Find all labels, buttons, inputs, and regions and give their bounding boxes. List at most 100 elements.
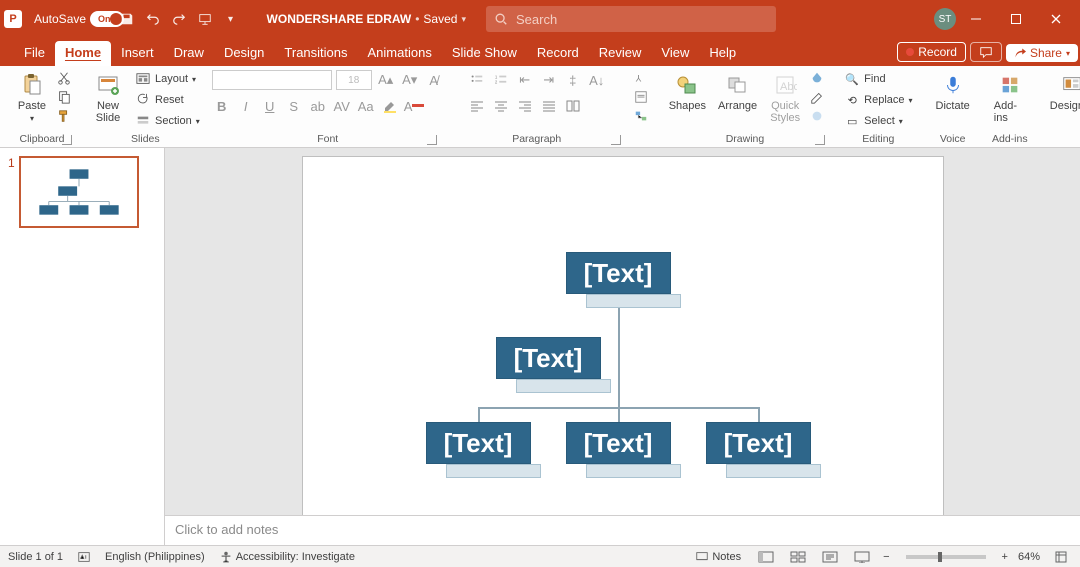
maximize-button[interactable]: [996, 4, 1036, 34]
bullets-icon[interactable]: [467, 70, 487, 90]
minimize-button[interactable]: [956, 4, 996, 34]
justify-icon[interactable]: [539, 96, 559, 116]
paragraph-dialog-launcher[interactable]: [611, 135, 621, 145]
notes-pane[interactable]: Click to add notes: [165, 515, 1080, 545]
columns-icon[interactable]: [563, 96, 583, 116]
copy-icon[interactable]: [56, 89, 72, 105]
align-center-icon[interactable]: [491, 96, 511, 116]
customize-qat-icon[interactable]: ▾: [221, 9, 241, 29]
select-button[interactable]: ▭Select▾: [841, 112, 915, 130]
redo-icon[interactable]: [169, 9, 189, 29]
tab-animations[interactable]: Animations: [358, 41, 442, 66]
save-icon[interactable]: [117, 9, 137, 29]
tab-transitions[interactable]: Transitions: [274, 41, 357, 66]
search-box[interactable]: [486, 6, 776, 32]
org-chart[interactable]: [Text] [Text] [Text] [Text: [303, 157, 943, 515]
shape-effects-icon[interactable]: [809, 108, 825, 124]
org-node-1[interactable]: [Text]: [566, 252, 671, 294]
tab-draw[interactable]: Draw: [164, 41, 214, 66]
paste-button[interactable]: Paste▾: [12, 70, 52, 125]
arrange-button[interactable]: Arrange: [714, 70, 761, 114]
clear-formatting-icon[interactable]: A̸: [424, 70, 444, 90]
shadow-button[interactable]: ab: [308, 96, 328, 116]
underline-button[interactable]: U: [260, 96, 280, 116]
tab-help[interactable]: Help: [699, 41, 746, 66]
sorter-view-icon[interactable]: [787, 549, 809, 565]
normal-view-icon[interactable]: [755, 549, 777, 565]
text-direction-icon[interactable]: ⅄: [633, 70, 649, 86]
designer-button[interactable]: Designer: [1046, 70, 1080, 114]
zoom-in-button[interactable]: +: [1002, 551, 1008, 563]
shape-outline-icon[interactable]: [809, 89, 825, 105]
bold-button[interactable]: B: [212, 96, 232, 116]
tab-record[interactable]: Record: [527, 41, 589, 66]
search-input[interactable]: [514, 11, 768, 28]
drawing-dialog-launcher[interactable]: [815, 135, 825, 145]
font-size-combo[interactable]: 18: [336, 70, 372, 90]
dictate-button[interactable]: Dictate: [932, 70, 974, 114]
increase-indent-icon[interactable]: ⇥: [539, 70, 559, 90]
reading-view-icon[interactable]: [819, 549, 841, 565]
zoom-slider[interactable]: [906, 555, 986, 559]
font-color-icon[interactable]: A: [404, 96, 424, 116]
slide-thumbnail-pane[interactable]: 1: [0, 148, 165, 545]
shape-fill-icon[interactable]: [809, 70, 825, 86]
slide[interactable]: [Text] [Text] [Text] [Text: [302, 156, 944, 515]
close-button[interactable]: [1036, 4, 1076, 34]
align-text-icon[interactable]: [633, 89, 649, 105]
undo-icon[interactable]: [143, 9, 163, 29]
quick-styles-button[interactable]: AbcQuick Styles: [765, 70, 805, 126]
smartart-convert-icon[interactable]: [633, 108, 649, 124]
clipboard-dialog-launcher[interactable]: [62, 135, 72, 145]
find-button[interactable]: 🔍Find: [841, 70, 915, 88]
fit-to-window-icon[interactable]: [1050, 549, 1072, 565]
org-node-5[interactable]: [Text]: [706, 422, 811, 464]
format-painter-icon[interactable]: [56, 108, 72, 124]
change-case-icon[interactable]: Aa: [356, 96, 376, 116]
language-indicator[interactable]: English (Philippines): [105, 551, 205, 563]
org-node-4[interactable]: [Text]: [566, 422, 671, 464]
align-left-icon[interactable]: [467, 96, 487, 116]
tab-home[interactable]: Home: [55, 41, 111, 66]
char-spacing-icon[interactable]: AV: [332, 96, 352, 116]
increase-font-icon[interactable]: A▴: [376, 70, 396, 90]
present-icon[interactable]: [195, 9, 215, 29]
sort-icon[interactable]: A↓: [587, 70, 607, 90]
decrease-indent-icon[interactable]: ⇤: [515, 70, 535, 90]
new-slide-button[interactable]: New Slide: [88, 70, 128, 126]
share-button[interactable]: Share▾: [1006, 44, 1078, 62]
highlight-color-icon[interactable]: [380, 96, 400, 116]
slide-canvas[interactable]: [Text] [Text] [Text] [Text: [165, 148, 1080, 515]
italic-button[interactable]: I: [236, 96, 256, 116]
record-button[interactable]: Record: [897, 42, 966, 62]
tab-review[interactable]: Review: [589, 41, 652, 66]
tab-file[interactable]: File: [14, 41, 55, 66]
font-dialog-launcher[interactable]: [427, 135, 437, 145]
shapes-button[interactable]: Shapes: [665, 70, 710, 114]
slideshow-view-icon[interactable]: [851, 549, 873, 565]
user-avatar[interactable]: ST: [934, 8, 956, 30]
reset-button[interactable]: Reset: [132, 91, 203, 109]
org-node-2[interactable]: [Text]: [496, 337, 601, 379]
autosave-toggle[interactable]: AutoSave On: [34, 11, 111, 27]
zoom-out-button[interactable]: −: [883, 551, 889, 563]
font-family-combo[interactable]: [212, 70, 332, 90]
tab-design[interactable]: Design: [214, 41, 274, 66]
org-node-3[interactable]: [Text]: [426, 422, 531, 464]
doc-chevron-icon[interactable]: ▾: [461, 14, 466, 25]
decrease-font-icon[interactable]: A▾: [400, 70, 420, 90]
notes-toggle[interactable]: Notes: [691, 550, 745, 564]
section-button[interactable]: Section▾: [132, 112, 203, 130]
cut-icon[interactable]: [56, 70, 72, 86]
slide-thumbnail-1[interactable]: [19, 156, 139, 228]
zoom-level[interactable]: 64%: [1018, 551, 1040, 563]
layout-button[interactable]: Layout▾: [132, 70, 203, 88]
tab-insert[interactable]: Insert: [111, 41, 164, 66]
line-spacing-icon[interactable]: ‡: [563, 70, 583, 90]
strike-button[interactable]: S: [284, 96, 304, 116]
tab-view[interactable]: View: [651, 41, 699, 66]
comments-button[interactable]: [970, 42, 1002, 62]
numbering-icon[interactable]: 12: [491, 70, 511, 90]
replace-button[interactable]: ⟲Replace▾: [841, 91, 915, 109]
addins-button[interactable]: Add-ins: [990, 70, 1030, 126]
